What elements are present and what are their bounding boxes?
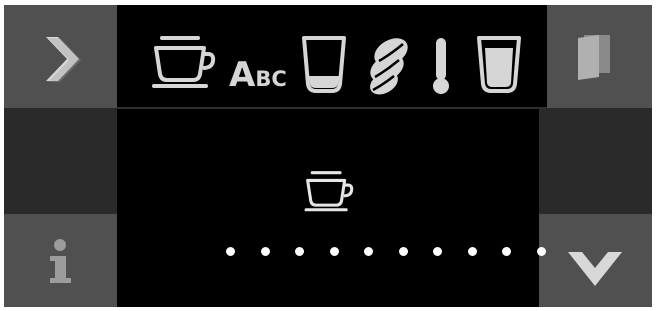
info-icon <box>50 239 71 283</box>
chevron-down-icon <box>568 252 622 286</box>
exit-button[interactable] <box>539 5 652 108</box>
thermometer-icon[interactable] <box>430 36 452 96</box>
progress-dot <box>226 247 235 256</box>
cup-icon[interactable] <box>150 30 220 96</box>
confirm-button[interactable] <box>539 214 652 307</box>
progress-dot <box>536 247 546 256</box>
next-button[interactable] <box>4 5 117 108</box>
progress-dots <box>226 247 566 259</box>
info-button[interactable] <box>4 214 117 307</box>
progress-dot <box>502 247 511 256</box>
progress-dot <box>329 247 339 256</box>
selected-beverage-cup-icon <box>304 171 354 212</box>
door-icon <box>578 35 610 80</box>
bar-divider <box>117 107 547 109</box>
chevron-right-icon <box>46 37 81 82</box>
progress-dot <box>433 247 442 256</box>
left-empty-slot <box>4 108 117 214</box>
right-empty-slot <box>539 108 652 214</box>
abc-name-icon[interactable]: ABC <box>229 58 287 92</box>
progress-dot <box>260 247 270 256</box>
glass-volume-icon[interactable] <box>300 34 348 96</box>
progress-dot <box>467 247 477 256</box>
progress-dot <box>398 247 408 256</box>
progress-dot <box>295 247 304 256</box>
glass-full-icon[interactable] <box>475 34 523 96</box>
progress-dot <box>364 247 373 256</box>
coffee-beans-icon[interactable] <box>365 36 413 96</box>
